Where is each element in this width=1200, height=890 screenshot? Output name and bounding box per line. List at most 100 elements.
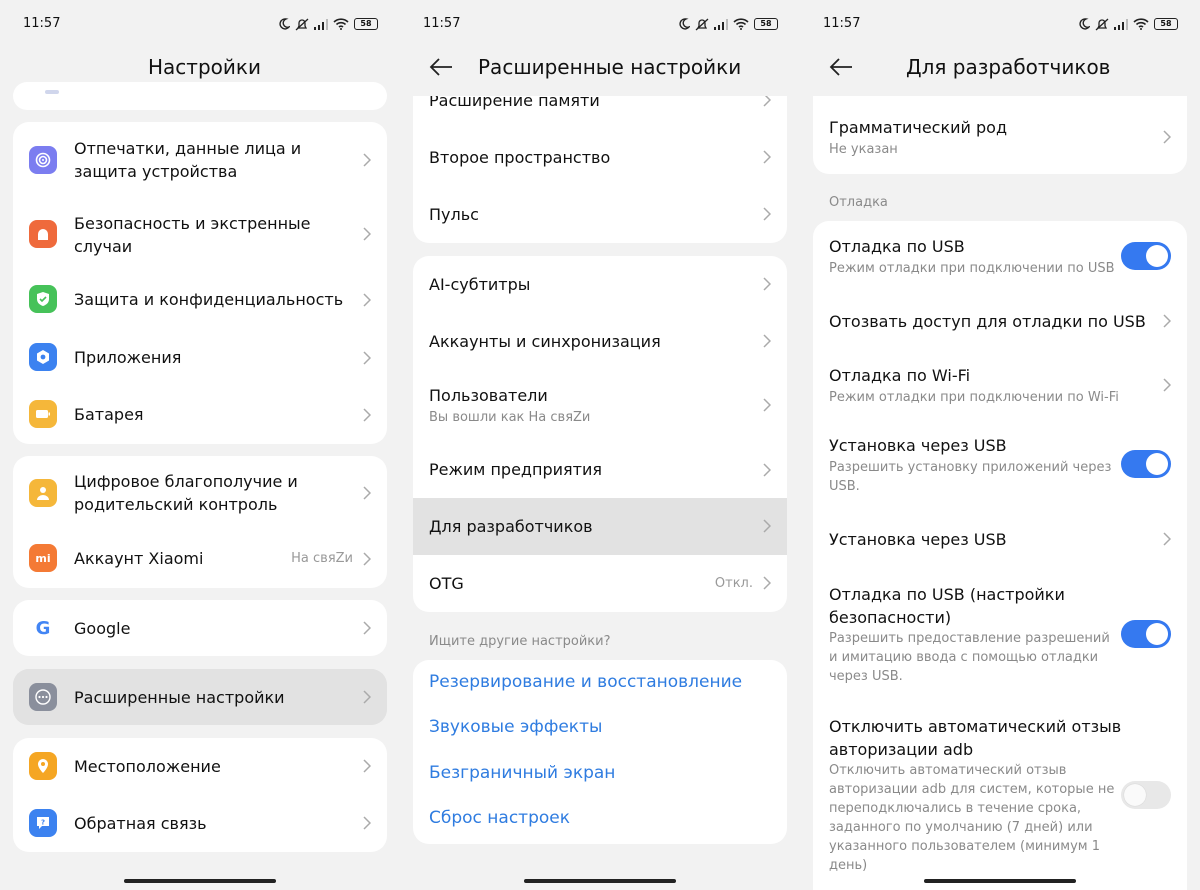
settings-item-label: Защита и конфиденциальность bbox=[74, 290, 344, 309]
battery-status-icon: 58 bbox=[354, 18, 378, 30]
chevron-right-icon bbox=[363, 293, 371, 307]
link-edge-to-edge[interactable]: Безграничный экран bbox=[429, 763, 615, 783]
chevron-right-icon bbox=[1163, 378, 1171, 392]
page-title: Настройки bbox=[148, 55, 261, 79]
settings-item-install-usb-2[interactable]: Установка через USB bbox=[813, 507, 1187, 573]
settings-item-label: Цифровое благополучие и родительский кон… bbox=[74, 472, 298, 514]
settings-item-label: Местоположение bbox=[74, 757, 221, 776]
settings-item-accounts-sync[interactable]: Аккаунты и синхронизация bbox=[413, 313, 787, 370]
link-sound-effects[interactable]: Звуковые эффекты bbox=[429, 717, 602, 737]
mute-bell-icon bbox=[695, 18, 709, 30]
chevron-right-icon bbox=[1163, 130, 1171, 144]
chevron-right-icon bbox=[1163, 314, 1171, 328]
settings-item-advanced[interactable]: Расширенные настройки bbox=[13, 669, 387, 725]
settings-item-enterprise-mode[interactable]: Режим предприятия bbox=[413, 442, 787, 498]
status-bar: 11:57 58 bbox=[823, 14, 1178, 34]
chevron-right-icon bbox=[363, 153, 371, 167]
settings-item-label: Расширение памяти bbox=[429, 91, 600, 110]
settings-item-subtitle: Отключить автоматический отзыв авторизац… bbox=[829, 763, 1115, 873]
signal-icon bbox=[1114, 18, 1128, 30]
battery-icon bbox=[29, 400, 57, 428]
settings-item-xiaomi-account[interactable]: mi Аккаунт Xiaomi На свяZи bbox=[13, 530, 387, 588]
card-accounts: AI-субтитры Аккаунты и синхронизация Пол… bbox=[413, 256, 787, 612]
settings-item-otg[interactable]: OTG Откл. bbox=[413, 555, 787, 612]
settings-item-disable-adb-revoke[interactable]: Отключить автоматический отзыв авторизац… bbox=[813, 697, 1187, 890]
chevron-right-icon bbox=[763, 519, 771, 533]
card-gender: Грамматический род Не указан bbox=[813, 96, 1187, 174]
settings-item-subtitle: Разрешить установку приложений через USB… bbox=[829, 460, 1112, 494]
settings-item-label: Отключить автоматический отзыв авторизац… bbox=[829, 717, 1122, 759]
settings-item-feedback[interactable]: ? Обратная связь bbox=[13, 795, 387, 852]
usb-debugging-toggle[interactable] bbox=[1121, 242, 1171, 270]
settings-item-subtitle: Не указан bbox=[829, 142, 898, 157]
settings-item-usb-debugging-security[interactable]: Отладка по USB (настройки безопасности) … bbox=[813, 573, 1187, 697]
card-links: Резервирование и восстановление Звуковые… bbox=[413, 660, 787, 844]
settings-item-label: Отладка по USB bbox=[829, 237, 965, 256]
signal-icon bbox=[314, 18, 328, 30]
settings-item-subtitle: Вы вошли как На свяZи bbox=[429, 410, 591, 425]
home-indicator[interactable] bbox=[524, 879, 676, 883]
link-backup-restore[interactable]: Резервирование и восстановление bbox=[429, 672, 742, 692]
section-header-debugging: Отладка bbox=[829, 195, 888, 210]
home-indicator[interactable] bbox=[124, 879, 276, 883]
page-title: Для разработчиков bbox=[906, 55, 1111, 79]
settings-item-label: Пульс bbox=[429, 205, 479, 224]
back-arrow-icon[interactable] bbox=[428, 56, 454, 78]
settings-item-privacy[interactable]: Защита и конфиденциальность bbox=[13, 270, 387, 328]
status-bar: 11:57 58 bbox=[423, 14, 778, 34]
card-memory: Расширение памяти Второе пространство Пу… bbox=[413, 72, 787, 243]
usb-debugging-security-toggle[interactable] bbox=[1121, 620, 1171, 648]
settings-item-label: Отладка по USB (настройки безопасности) bbox=[829, 585, 1065, 627]
chevron-right-icon bbox=[763, 334, 771, 348]
settings-item-label: Батарея bbox=[74, 405, 144, 424]
settings-item-second-space[interactable]: Второе пространство bbox=[413, 129, 787, 186]
status-time: 11:57 bbox=[23, 16, 61, 31]
settings-item-battery[interactable]: Батарея bbox=[13, 385, 387, 444]
settings-item-pulse[interactable]: Пульс bbox=[413, 186, 787, 243]
settings-screen: 11:57 58 Настройки Отпечатки, данные лиц… bbox=[0, 0, 400, 890]
settings-item-emergency[interactable]: Безопасность и экстренные случаи bbox=[13, 198, 387, 270]
settings-item-wifi-debugging[interactable]: Отладка по Wi-Fi Режим отладки при подкл… bbox=[813, 349, 1187, 419]
wellbeing-icon bbox=[29, 479, 57, 507]
chevron-right-icon bbox=[1163, 532, 1171, 546]
back-arrow-icon[interactable] bbox=[828, 56, 854, 78]
settings-item-users[interactable]: Пользователи Вы вошли как На свяZи bbox=[413, 370, 787, 442]
settings-item-wellbeing[interactable]: Цифровое благополучие и родительский кон… bbox=[13, 456, 387, 530]
settings-item-label: Приложения bbox=[74, 348, 182, 367]
settings-item-label: Отпечатки, данные лица и защита устройст… bbox=[74, 139, 302, 181]
feedback-icon: ? bbox=[29, 809, 57, 837]
settings-item-fingerprint[interactable]: Отпечатки, данные лица и защита устройст… bbox=[13, 122, 387, 198]
home-indicator[interactable] bbox=[924, 879, 1076, 883]
settings-item-usb-debugging[interactable]: Отладка по USB Режим отладки при подключ… bbox=[813, 221, 1187, 293]
disable-adb-revoke-toggle[interactable] bbox=[1121, 781, 1171, 809]
more-icon bbox=[29, 683, 57, 711]
settings-item-label: Отозвать доступ для отладки по USB bbox=[829, 312, 1146, 331]
settings-item-memory-extension[interactable]: Расширение памяти bbox=[413, 72, 787, 129]
mute-bell-icon bbox=[1095, 18, 1109, 30]
battery-status-icon: 58 bbox=[754, 18, 778, 30]
settings-item-ai-subtitles[interactable]: AI-субтитры bbox=[413, 256, 787, 313]
chevron-right-icon bbox=[363, 486, 371, 500]
install-usb-toggle[interactable] bbox=[1121, 450, 1171, 478]
link-reset-settings[interactable]: Сброс настроек bbox=[429, 808, 570, 828]
xiaomi-icon: mi bbox=[29, 544, 57, 572]
settings-item-apps[interactable]: Приложения bbox=[13, 328, 387, 385]
chevron-right-icon bbox=[363, 621, 371, 635]
settings-item-developer-options[interactable]: Для разработчиков bbox=[413, 498, 787, 555]
chevron-right-icon bbox=[763, 207, 771, 221]
settings-item-location[interactable]: Местоположение bbox=[13, 738, 387, 795]
settings-item-label: Аккаунт Xiaomi bbox=[74, 549, 204, 568]
google-icon: G bbox=[29, 614, 57, 642]
settings-item-label: Расширенные настройки bbox=[74, 688, 285, 707]
settings-item-grammatical-gender[interactable]: Грамматический род Не указан bbox=[813, 96, 1187, 174]
settings-item-value: На свяZи bbox=[291, 551, 353, 566]
settings-item-revoke-usb[interactable]: Отозвать доступ для отладки по USB bbox=[813, 293, 1187, 349]
card-security: Отпечатки, данные лица и защита устройст… bbox=[13, 122, 387, 444]
fingerprint-icon bbox=[29, 146, 57, 174]
location-icon bbox=[29, 752, 57, 780]
chevron-right-icon bbox=[763, 93, 771, 107]
settings-item-google[interactable]: G Google bbox=[13, 600, 387, 656]
chevron-right-icon bbox=[363, 816, 371, 830]
settings-item-install-usb[interactable]: Установка через USB Разрешить установку … bbox=[813, 419, 1187, 507]
chevron-right-icon bbox=[363, 552, 371, 566]
